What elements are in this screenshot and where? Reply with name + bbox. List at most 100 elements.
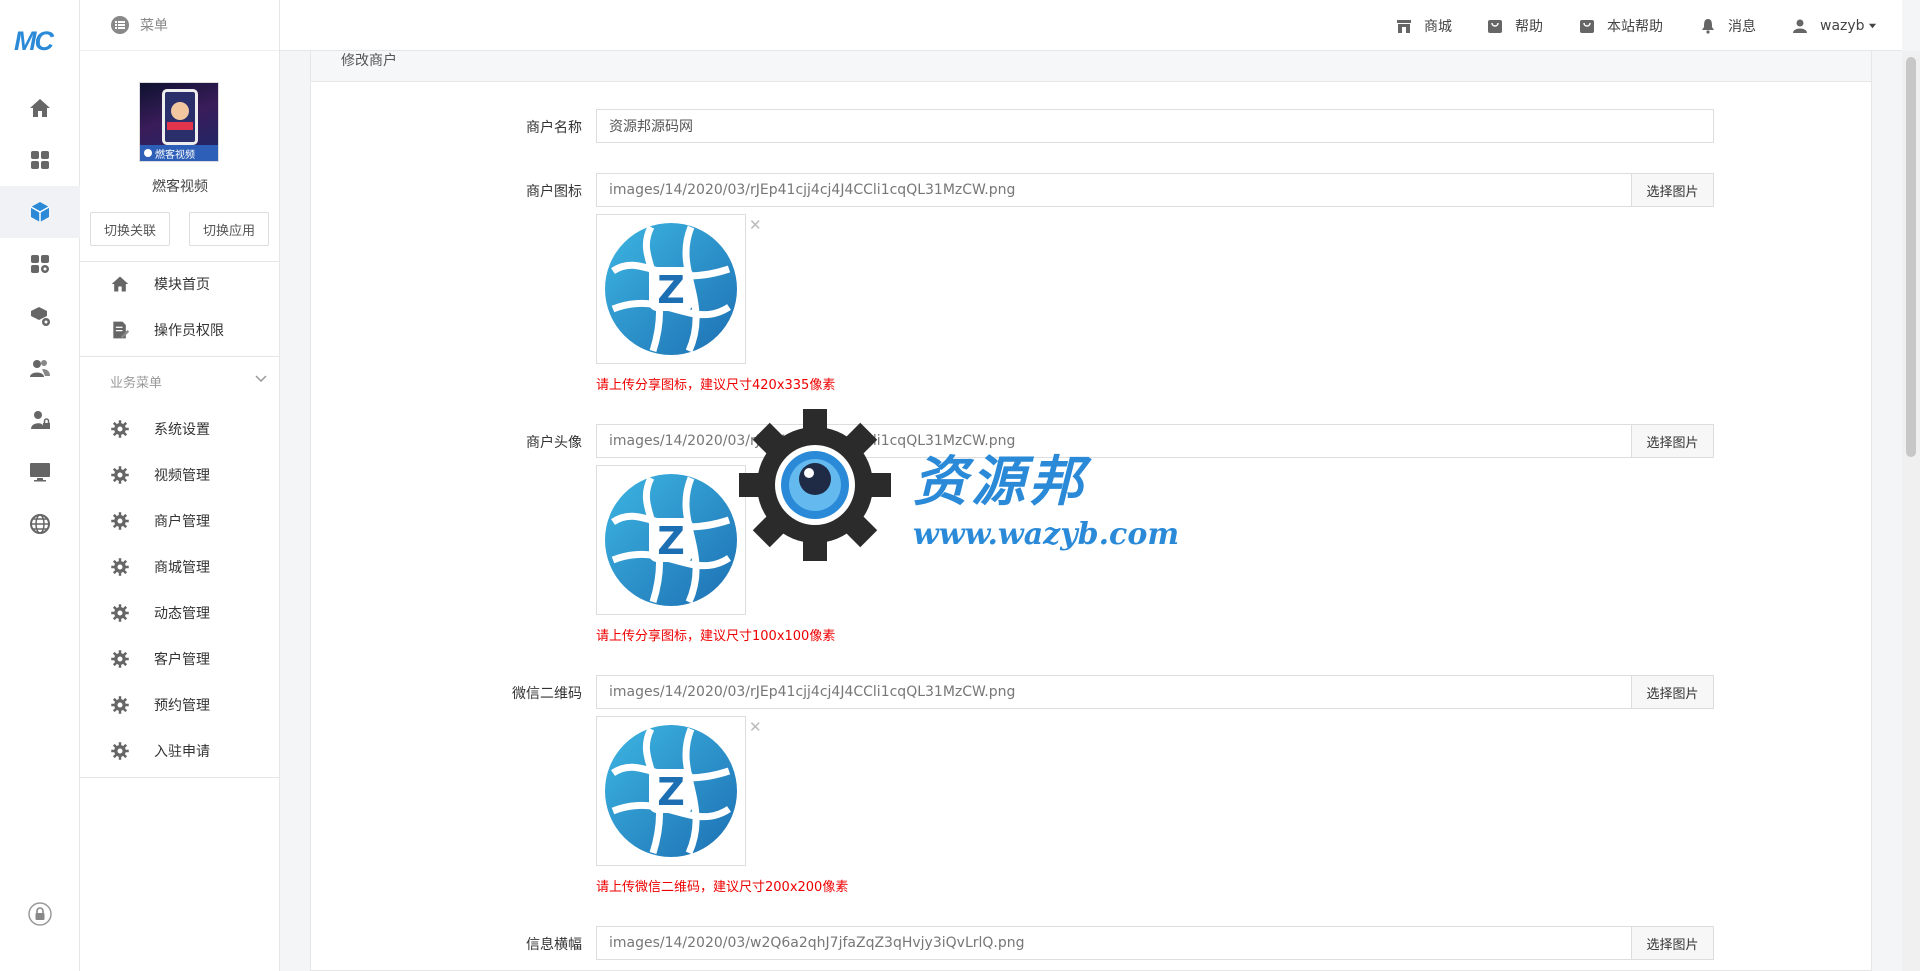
wechat-qrcode-field: images/14/2020/03/rJEp41cjj4cj4J4CCli1cq… xyxy=(596,675,1714,709)
info-banner-field: images/14/2020/03/w2Q6a2qhJ7jfaZqZ3qHvjy… xyxy=(596,926,1714,960)
gear-icon xyxy=(111,696,129,714)
gear-icon xyxy=(111,742,129,760)
header-user-menu[interactable]: wazyb xyxy=(1792,0,1877,51)
rail-home[interactable] xyxy=(0,82,80,134)
rail-permissions[interactable] xyxy=(0,394,80,446)
gear-icon xyxy=(111,420,129,438)
site-help-bag-icon xyxy=(1580,19,1594,33)
sidebar-item-feed-management[interactable]: 动态管理 xyxy=(80,590,280,636)
wechat-qrcode-remove-icon[interactable]: ✕ xyxy=(749,718,762,736)
rail-modules[interactable] xyxy=(0,186,80,238)
menu-label: 菜单 xyxy=(140,18,168,34)
menu-toggle[interactable]: 菜单 xyxy=(80,0,279,51)
users-icon xyxy=(30,360,50,377)
switch-app-button[interactable]: 切换应用 xyxy=(189,212,269,246)
home-icon xyxy=(111,276,129,292)
wechat-qrcode-hint: 请上传微信二维码，建议尺寸200x200像素 xyxy=(596,880,849,895)
merchant-name-input[interactable]: 资源邦源码网 xyxy=(596,109,1714,143)
divider xyxy=(80,356,280,357)
globe-icon xyxy=(30,514,50,534)
header-store-link[interactable]: 商城 xyxy=(1396,0,1452,51)
rail-apps[interactable] xyxy=(0,134,80,186)
merchant-icon-select-button[interactable]: 选择图片 xyxy=(1631,174,1713,206)
header-site-help-link[interactable]: 本站帮助 xyxy=(1579,0,1663,51)
wechat-qrcode-select-button[interactable]: 选择图片 xyxy=(1631,676,1713,708)
merchant-avatar-preview: Z xyxy=(596,465,746,615)
merchant-icon-label: 商户图标 xyxy=(526,184,582,200)
sidebar-item-merchant-management[interactable]: 商户管理 xyxy=(80,498,280,544)
group-title: 业务菜单 xyxy=(110,376,163,391)
page-scrollbar[interactable] xyxy=(1902,51,1920,971)
sidebar-item-booking-management[interactable]: 预约管理 xyxy=(80,682,280,728)
user-lock-icon xyxy=(31,411,50,429)
sidebar-item-mall-management[interactable]: 商城管理 xyxy=(80,544,280,590)
watermark: 资源邦 www.wazyb.com xyxy=(735,405,1195,565)
gear-icon xyxy=(111,650,129,668)
header-item-label: 帮助 xyxy=(1515,18,1543,35)
z-logo-image: Z xyxy=(605,474,737,606)
sidebar-item-settle-application[interactable]: 入驻申请 xyxy=(80,728,280,774)
icon-rail: MC xyxy=(0,0,80,971)
merchant-avatar-select-button[interactable]: 选择图片 xyxy=(1631,425,1713,457)
gear-icon xyxy=(111,466,129,484)
rail-plugins[interactable] xyxy=(0,238,80,290)
merchant-avatar-label: 商户头像 xyxy=(526,435,582,451)
info-banner-input[interactable]: images/14/2020/03/w2Q6a2qhJ7jfaZqZ3qHvjy… xyxy=(597,927,1631,959)
sidebar-item-video-management[interactable]: 视频管理 xyxy=(80,452,280,498)
rail-site[interactable] xyxy=(0,498,80,550)
sidebar-item-module-home[interactable]: 模块首页 xyxy=(80,261,280,307)
user-icon xyxy=(1793,19,1807,33)
sidebar-item-label: 客户管理 xyxy=(154,652,210,668)
rail-users[interactable] xyxy=(0,342,80,394)
sidebar-item-label: 商城管理 xyxy=(154,560,210,576)
grid-icon xyxy=(31,151,49,169)
rail-system[interactable] xyxy=(0,446,80,498)
scrollbar-thumb[interactable] xyxy=(1906,57,1916,457)
gear-eye-watermark-icon xyxy=(739,409,891,561)
box-gear-icon xyxy=(31,307,50,326)
info-banner-label: 信息横幅 xyxy=(526,937,582,953)
sidebar-item-customer-management[interactable]: 客户管理 xyxy=(80,636,280,682)
rail-module-settings[interactable] xyxy=(0,290,80,342)
gear-icon xyxy=(111,558,129,576)
sidebar-item-label: 入驻申请 xyxy=(154,744,210,760)
switch-link-button[interactable]: 切换关联 xyxy=(90,212,170,246)
watermark-title: 资源邦 xyxy=(913,449,1087,513)
home-icon xyxy=(30,99,50,117)
merchant-icon-input[interactable]: images/14/2020/03/rJEp41cjj4cj4J4CCli1cq… xyxy=(597,174,1631,206)
sidebar-item-label: 商户管理 xyxy=(154,514,210,530)
z-logo-image: Z xyxy=(605,223,737,355)
grid-settings-icon xyxy=(31,255,49,273)
header-item-label: 本站帮助 xyxy=(1607,18,1663,35)
watermark-url: www.wazyb.com xyxy=(913,517,1180,552)
header-help-link[interactable]: 帮助 xyxy=(1487,0,1543,51)
chevron-down-icon[interactable] xyxy=(254,372,268,386)
sidebar-item-label: 视频管理 xyxy=(154,468,210,484)
svg-text:Z: Z xyxy=(657,770,685,814)
list-menu-icon xyxy=(111,16,129,34)
brand-logo[interactable]: MC xyxy=(14,26,66,56)
check-icon xyxy=(144,149,152,157)
monitor-icon xyxy=(30,463,50,482)
wechat-qrcode-input[interactable]: images/14/2020/03/rJEp41cjj4cj4J4CCli1cq… xyxy=(597,676,1631,708)
z-logo-image: Z xyxy=(605,725,737,857)
app-root: MC 菜单 燃客视频 燃客视频 切换关联 切换应用 模块首页 操作员权限 业务菜… xyxy=(0,0,1920,971)
header-item-label: 商城 xyxy=(1424,18,1452,35)
divider xyxy=(80,777,280,778)
bell-icon xyxy=(1702,18,1714,34)
sidebar-item-system-settings[interactable]: 系统设置 xyxy=(80,406,280,452)
wechat-qrcode-label: 微信二维码 xyxy=(512,686,582,702)
help-bag-icon xyxy=(1488,19,1502,33)
merchant-name-label: 商户名称 xyxy=(526,120,582,136)
sidebar-item-label: 预约管理 xyxy=(154,698,210,714)
merchant-icon-hint: 请上传分享图标，建议尺寸420x335像素 xyxy=(596,378,836,393)
lock-icon xyxy=(28,902,52,926)
sidebar-item-label: 模块首页 xyxy=(154,277,210,293)
header-messages-link[interactable]: 消息 xyxy=(1700,0,1756,51)
sidebar-item-label: 动态管理 xyxy=(154,606,210,622)
rail-lock[interactable] xyxy=(0,888,80,940)
info-banner-select-button[interactable]: 选择图片 xyxy=(1631,927,1713,959)
merchant-icon-remove-icon[interactable]: ✕ xyxy=(749,216,762,234)
svg-text:Z: Z xyxy=(657,268,685,312)
sidebar-item-operator-permissions[interactable]: 操作员权限 xyxy=(80,307,280,353)
